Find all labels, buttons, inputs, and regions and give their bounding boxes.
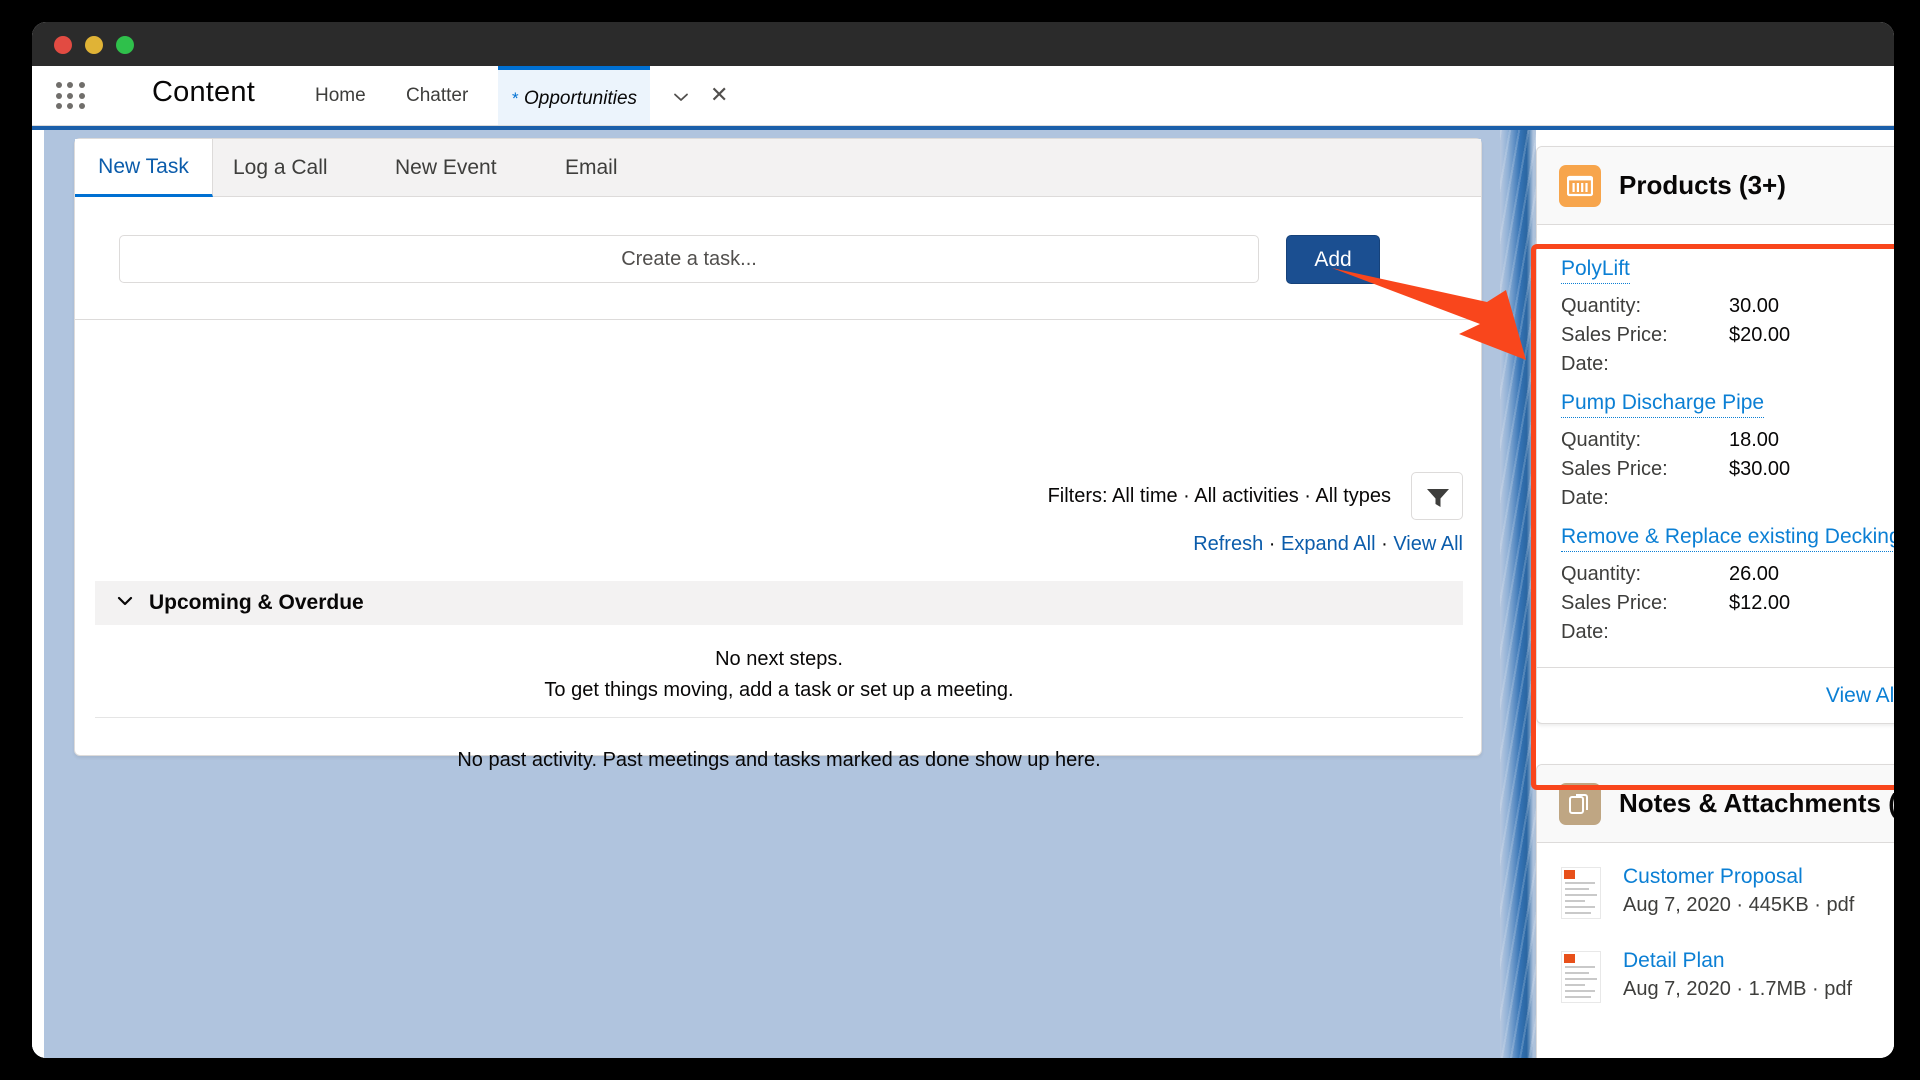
nav-tab-opportunities-label: Opportunities [524, 88, 638, 109]
quantity-label: Quantity: [1561, 429, 1642, 451]
app-name-label: Content [152, 76, 255, 108]
nav-item-home[interactable]: Home [315, 85, 366, 107]
filter-funnel-icon[interactable] [1411, 472, 1463, 520]
quantity-label: Quantity: [1561, 295, 1642, 317]
products-panel-header: Products (3+) [1537, 147, 1894, 225]
empty-next-steps-line1: No next steps. [715, 648, 843, 670]
sales-price-value: $20.00 [1729, 324, 1791, 346]
expand-all-link[interactable]: Expand All [1281, 533, 1376, 555]
pdf-thumbnail-icon [1561, 951, 1601, 1003]
page-body: New Task Log a Call New Event Email Add … [32, 126, 1894, 1058]
browser-window: Content Home Chatter * Opportunities ✕ N… [32, 22, 1894, 1058]
tab-new-task[interactable]: New Task [75, 139, 213, 197]
tab-email[interactable]: Email [565, 139, 618, 197]
window-titlebar [32, 22, 1894, 66]
products-view-all-link[interactable]: View All [1826, 684, 1894, 708]
maximize-window-button[interactable] [116, 36, 134, 54]
product-name-link[interactable]: Remove & Replace existing Decking [1561, 525, 1894, 552]
nav-tab-opportunities[interactable]: * Opportunities [498, 66, 650, 125]
sales-price-label: Sales Price: [1561, 592, 1668, 614]
product-sales-price-row: Sales Price: $30.00 [1561, 458, 1894, 487]
product-list-item: Pump Discharge Pipe Quantity: 18.00 Sale… [1561, 391, 1894, 516]
empty-next-steps: No next steps. To get things moving, add… [75, 644, 1483, 706]
quantity-value: 26.00 [1729, 563, 1780, 585]
quantity-value: 18.00 [1729, 429, 1780, 451]
product-list-item: PolyLift Quantity: 30.00 Sales Price: $2… [1561, 257, 1894, 382]
chevron-down-icon[interactable] [672, 88, 690, 106]
product-quantity-row: Quantity: 26.00 [1561, 563, 1894, 592]
view-all-link[interactable]: View All [1393, 533, 1463, 555]
product-date-row: Date: [1561, 487, 1894, 516]
notes-documents-icon [1559, 782, 1601, 825]
attachment-title-link[interactable]: Detail Plan [1623, 949, 1725, 973]
product-name-link[interactable]: Pump Discharge Pipe [1561, 391, 1765, 418]
activity-tabstrip: New Task Log a Call New Event Email [75, 139, 1481, 197]
activity-card-divider [75, 319, 1481, 320]
notes-attachments-panel: Notes & Attachments (2) Customer Proposa… [1536, 764, 1894, 1058]
screen-bezel: Content Home Chatter * Opportunities ✕ N… [0, 0, 1920, 1080]
global-navigation-bar: Content Home Chatter * Opportunities ✕ [32, 66, 1894, 126]
empty-state-divider [95, 717, 1463, 718]
product-name-link[interactable]: PolyLift [1561, 257, 1630, 284]
activity-filters-summary: Filters: All time · All activities · All… [1047, 485, 1391, 507]
notes-panel-title: Notes & Attachments (2) [1619, 788, 1894, 818]
quantity-value: 30.00 [1729, 295, 1780, 317]
sales-price-value: $12.00 [1729, 592, 1791, 614]
create-task-input[interactable] [119, 235, 1259, 283]
activity-panel: New Task Log a Call New Event Email Add … [74, 138, 1483, 771]
section-upcoming-and-overdue[interactable]: Upcoming & Overdue [95, 581, 1463, 625]
sales-price-label: Sales Price: [1561, 324, 1668, 346]
products-barcode-icon [1559, 164, 1601, 207]
decorative-seam-strip [1500, 130, 1536, 1058]
close-icon[interactable]: ✕ [710, 84, 730, 106]
product-list-item: Remove & Replace existing Decking Quanti… [1561, 525, 1894, 650]
product-date-row: Date: [1561, 353, 1894, 382]
products-panel-title: Products (3+) [1619, 170, 1786, 200]
products-footer: View All [1537, 667, 1894, 723]
action-separator-1: · [1268, 533, 1276, 555]
section-title: Upcoming & Overdue [149, 591, 364, 614]
product-quantity-row: Quantity: 30.00 [1561, 295, 1894, 324]
app-launcher-grid-icon[interactable] [56, 82, 86, 110]
sales-price-label: Sales Price: [1561, 458, 1668, 480]
product-quantity-row: Quantity: 18.00 [1561, 429, 1894, 458]
action-separator-2: · [1381, 533, 1388, 555]
sales-price-value: $30.00 [1729, 458, 1791, 480]
attachment-meta: Aug 7, 2020 · 1.7MB · pdf [1623, 978, 1853, 1000]
canvas-left-gutter [32, 130, 44, 1058]
minimize-window-button[interactable] [85, 36, 103, 54]
close-window-button[interactable] [54, 36, 72, 54]
unsaved-changes-marker: * [512, 89, 519, 108]
activity-actions: Refresh · Expand All · View All [1193, 533, 1463, 556]
tab-new-event[interactable]: New Event [395, 139, 497, 197]
empty-next-steps-line2: To get things moving, add a task or set … [544, 679, 1014, 701]
attachment-meta: Aug 7, 2020 · 445KB · pdf [1623, 894, 1855, 916]
date-label: Date: [1561, 487, 1609, 509]
pdf-thumbnail-icon [1561, 867, 1601, 919]
empty-past-activity: No past activity. Past meetings and task… [457, 749, 1101, 771]
attachment-list-item[interactable]: Customer Proposal Aug 7, 2020 · 445KB · … [1561, 865, 1894, 927]
date-label: Date: [1561, 353, 1609, 375]
products-panel: Products (3+) PolyLift Quantity: 30.00 S… [1536, 146, 1894, 724]
add-task-button[interactable]: Add [1286, 235, 1380, 284]
create-task-row: Add [119, 235, 1439, 284]
attachment-list-item[interactable]: Detail Plan Aug 7, 2020 · 1.7MB · pdf [1561, 949, 1894, 1011]
tab-log-a-call[interactable]: Log a Call [233, 139, 328, 197]
quantity-label: Quantity: [1561, 563, 1642, 585]
date-label: Date: [1561, 621, 1609, 643]
product-sales-price-row: Sales Price: $12.00 [1561, 592, 1894, 621]
right-sidebar: Products (3+) PolyLift Quantity: 30.00 S… [1536, 138, 1894, 1058]
nav-item-chatter[interactable]: Chatter [406, 85, 468, 107]
chevron-down-icon [115, 591, 135, 616]
product-date-row: Date: [1561, 621, 1894, 650]
refresh-link[interactable]: Refresh [1193, 533, 1263, 555]
attachment-title-link[interactable]: Customer Proposal [1623, 865, 1803, 889]
notes-panel-header: Notes & Attachments (2) [1537, 765, 1894, 843]
product-sales-price-row: Sales Price: $20.00 [1561, 324, 1894, 353]
